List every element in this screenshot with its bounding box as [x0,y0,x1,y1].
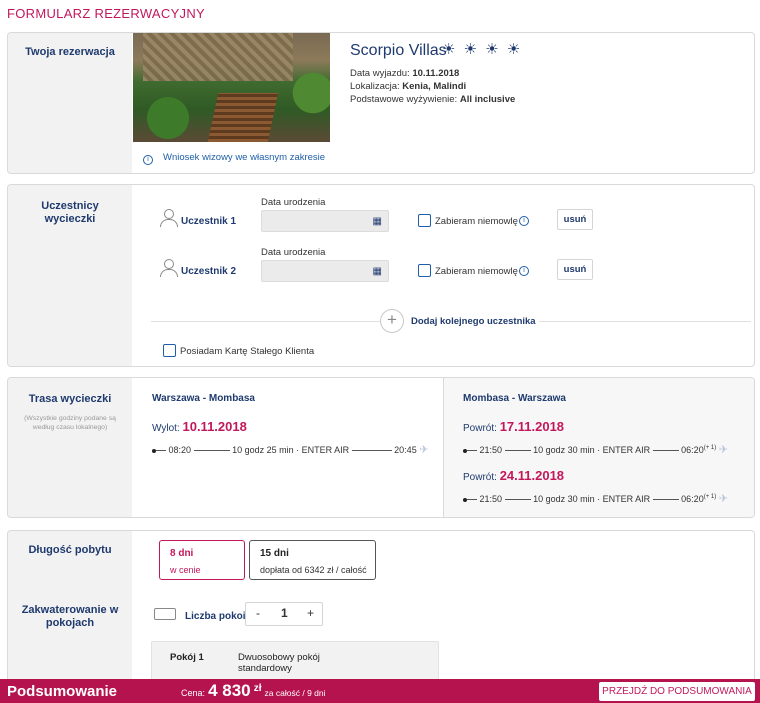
reservation-card: Twoja rezerwacja Scorpio Villas ☀ ☀ ☀ ☀ … [7,32,755,174]
rooms-stepper[interactable]: - 1 + [245,602,323,626]
visa-link[interactable]: i Wniosek wizowy we własnym zakresie [143,152,325,165]
loyalty-card-checkbox[interactable] [163,344,176,357]
plane-icon: ✈ [419,444,429,456]
infant-label[interactable]: Zabieram niemowlę [435,216,518,227]
increment-button[interactable]: + [307,606,314,620]
duration-option-8[interactable]: 8 dni w cenie [159,540,245,580]
visa-link-label[interactable]: Wniosek wizowy we własnym zakresie [163,152,325,163]
route-section-label: Trasa wycieczki [28,393,112,405]
section-label-panel: Uczestnicy wycieczki [8,185,132,366]
departure-date: Data wyjazdu: 10.11.2018 [350,68,460,79]
plane-icon: ✈ [718,493,728,505]
calendar-icon[interactable]: ▦ [373,266,382,277]
infant-checkbox[interactable] [418,264,431,277]
room-description: Dwuosobowy pokój standardowy [238,652,320,674]
participants-card: Uczestnicy wycieczki Data urodzenia Ucze… [7,184,755,367]
person-icon [159,209,179,227]
page-title: FORMULARZ REZERWACYJNY [7,6,206,21]
section-label-panel: Długość pobytu Zakwaterowanie w pokojach [8,531,132,689]
section-label-panel: Twoja rezerwacja [8,33,132,173]
star-rating-icon: ☀ ☀ ☀ ☀ [442,41,523,58]
calendar-icon[interactable]: ▦ [373,216,382,227]
total-price: Cena: 4 830 zł za całość / 9 dni [181,681,326,700]
outbound-title: Warszawa - Mombasa [152,393,255,404]
dob-label: Data urodzenia [261,197,326,208]
participants-section-label: Uczestnicy wycieczki [41,200,99,225]
return-flight[interactable]: 21:50 10 godz 30 min · ENTER AIR 06:20(+… [463,492,728,505]
participant-name: Uczestnik 1 [181,216,237,227]
stay-card: Długość pobytu Zakwaterowanie w pokojach… [7,530,755,690]
reservation-section-label: Twoja rezerwacja [25,46,115,58]
participant-name: Uczestnik 2 [181,266,237,277]
return-option-date[interactable]: Powrót: 17.11.2018 [463,419,564,434]
location: Lokalizacja: Kenia, Malindi [350,81,467,92]
summary-title: Podsumowanie [7,683,118,700]
info-icon[interactable]: i [519,216,529,226]
remove-participant-button[interactable]: usuń [557,209,593,230]
rooms-count-value: 1 [281,606,288,620]
route-card: Trasa wycieczki (Wszystkie godziny podan… [7,377,755,518]
return-title: Mombasa - Warszawa [463,393,566,404]
bed-icon [154,608,176,620]
route-note: (Wszystkie godziny podane są według czas… [24,415,116,431]
stay-section-label: Długość pobytu [28,544,112,556]
return-flight[interactable]: 21:50 10 godz 30 min · ENTER AIR 06:20(+… [463,443,728,456]
dob-input[interactable]: ▦ [261,260,389,282]
dob-label: Data urodzenia [261,247,326,258]
hotel-name[interactable]: Scorpio Villas [350,42,447,60]
plane-icon: ✈ [718,444,728,456]
outbound-date: Wylot: 10.11.2018 [152,419,247,434]
rooms-count-label: Liczba pokoi [185,611,246,622]
hotel-photo [133,33,330,142]
loyalty-card-label[interactable]: Posiadam Kartę Stałego Klienta [180,346,314,357]
add-participant-icon[interactable]: + [380,309,404,333]
summary-bar: Podsumowanie Cena: 4 830 zł za całość / … [0,679,760,703]
add-participant-button[interactable]: Dodaj kolejnego uczestnika [411,316,536,327]
dob-input[interactable]: ▦ [261,210,389,232]
room-label: Pokój 1 [170,652,204,663]
info-icon[interactable]: i [519,266,529,276]
info-icon: i [143,155,153,165]
remove-participant-button[interactable]: usuń [557,259,593,280]
decrement-button[interactable]: - [256,606,260,620]
duration-option-15[interactable]: 15 dni dopłata od 6342 zł / całość [249,540,376,580]
infant-checkbox[interactable] [418,214,431,227]
rooms-section-label: Zakwaterowanie w pokojach [21,604,119,629]
board-type: Podstawowe wyżywienie: All inclusive [350,94,516,105]
go-to-summary-button[interactable]: PRZEJDŹ DO PODSUMOWANIA [599,682,755,701]
person-icon [159,259,179,277]
section-label-panel: Trasa wycieczki (Wszystkie godziny podan… [8,378,132,517]
infant-label[interactable]: Zabieram niemowlę [435,266,518,277]
return-option-date[interactable]: Powrót: 24.11.2018 [463,468,564,483]
outbound-flight: 08:20 10 godz 25 min · ENTER AIR 20:45 ✈ [152,443,428,456]
